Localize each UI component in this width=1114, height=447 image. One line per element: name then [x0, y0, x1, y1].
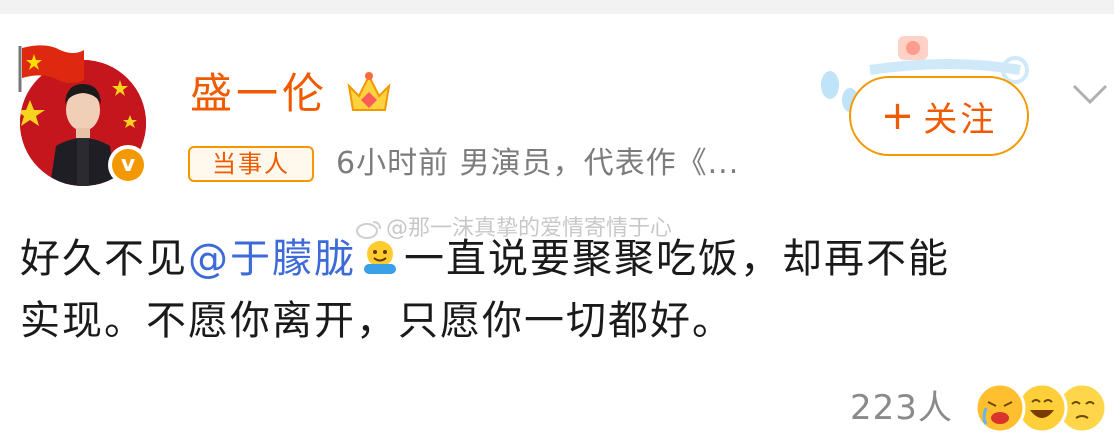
post-line-2: 实现。不愿你离开，只愿你一切都好。 — [20, 298, 734, 344]
crying-face-icon — [974, 382, 1026, 434]
plus-icon: + — [880, 93, 918, 139]
post-text-prefix: 好久不见 — [20, 236, 188, 282]
hug-emoji-icon — [364, 241, 396, 274]
chevron-down-icon[interactable] — [1072, 84, 1108, 106]
china-flag-icon — [18, 45, 84, 92]
post-line-1: 好久不见@于朦胧 一直说要聚聚吃饭，却再不能 — [20, 228, 1110, 290]
post-time: 6小时前 — [336, 146, 450, 181]
follow-label: 关注 — [923, 99, 998, 140]
post-meta: 6小时前 男演员，代表作《... — [336, 144, 739, 184]
mention-link[interactable]: @于朦胧 — [188, 236, 356, 282]
follow-button[interactable]: + 关注 — [849, 76, 1029, 156]
reaction-emojis[interactable] — [970, 378, 1110, 438]
post-text-line1-rest: 一直说要聚聚吃饭，却再不能 — [404, 236, 950, 282]
top-divider — [0, 0, 1114, 14]
verified-v-badge-icon: v — [108, 145, 148, 185]
reaction-count[interactable]: 223人 — [850, 386, 953, 430]
crown-icon — [347, 72, 391, 111]
post-content: 好久不见@于朦胧 一直说要聚聚吃饭，却再不能 实现。不愿你离开，只愿你一切都好。 — [20, 228, 1110, 352]
author-bio[interactable]: 男演员，代表作《... — [460, 146, 740, 181]
author-name[interactable]: 盛一伦 — [190, 68, 328, 120]
author-tag-badge: 当事人 — [188, 146, 314, 182]
